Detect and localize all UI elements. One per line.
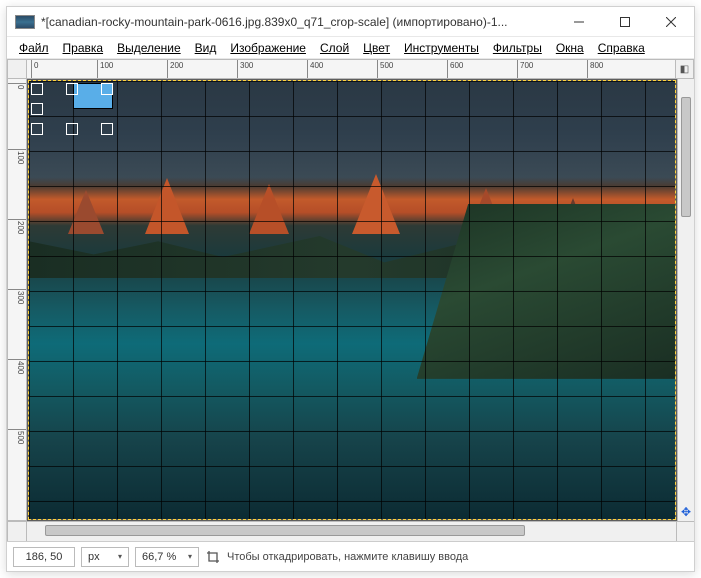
ruler-tick: 400 — [307, 60, 323, 78]
quickmask-toggle[interactable]: ◧ — [676, 59, 694, 79]
crop-handle[interactable] — [31, 123, 43, 135]
vertical-scrollbar[interactable]: ✥ — [677, 79, 694, 521]
ruler-tick: 100 — [8, 149, 26, 164]
maximize-button[interactable] — [602, 7, 648, 37]
menu-help[interactable]: Справка — [592, 39, 651, 57]
canvas-row: 0 100 200 300 400 500 — [7, 79, 694, 521]
scrollbar-thumb[interactable] — [45, 525, 525, 536]
ruler-tick: 200 — [167, 60, 183, 78]
chevron-down-icon: ▾ — [188, 552, 192, 561]
hscroll-row — [7, 521, 694, 541]
app-icon — [15, 15, 35, 29]
menu-view[interactable]: Вид — [189, 39, 223, 57]
ruler-horizontal[interactable]: 0 100 200 300 400 500 600 700 800 — [27, 59, 676, 79]
status-hint: Чтобы откадрировать, нажмите клавишу вво… — [227, 551, 688, 563]
ruler-tick: 100 — [97, 60, 113, 78]
ruler-tick: 200 — [8, 219, 26, 234]
ruler-vertical[interactable]: 0 100 200 300 400 500 — [7, 79, 27, 521]
ruler-tick: 800 — [587, 60, 603, 78]
quickmask-button[interactable] — [7, 522, 27, 542]
ruler-tick: 500 — [377, 60, 393, 78]
menu-tools[interactable]: Инструменты — [398, 39, 485, 57]
statusbar: 186, 50 px ▾ 66,7 % ▾ Чтобы откадрироват… — [7, 541, 694, 571]
unit-selector[interactable]: px ▾ — [81, 547, 129, 567]
titlebar[interactable]: *[canadian-rocky-mountain-park-0616.jpg.… — [7, 7, 694, 37]
scrollbar-thumb[interactable] — [681, 97, 691, 217]
ruler-tick: 0 — [31, 60, 38, 78]
scroll-corner — [677, 522, 694, 541]
menu-layer[interactable]: Слой — [314, 39, 355, 57]
unit-label: px — [88, 551, 100, 563]
window-title: *[canadian-rocky-mountain-park-0616.jpg.… — [41, 15, 556, 29]
close-button[interactable] — [648, 7, 694, 37]
window-controls — [556, 7, 694, 37]
canvas-image[interactable] — [29, 81, 675, 519]
menu-select[interactable]: Выделение — [111, 39, 187, 57]
menu-windows[interactable]: Окна — [550, 39, 590, 57]
minimize-button[interactable] — [556, 7, 602, 37]
ruler-row: 0 100 200 300 400 500 600 700 800 ◧ — [7, 59, 694, 79]
ruler-origin[interactable] — [7, 59, 27, 79]
menu-filters[interactable]: Фильтры — [487, 39, 548, 57]
ruler-tick: 0 — [8, 83, 26, 89]
grid-overlay — [29, 81, 675, 519]
crop-handle[interactable] — [66, 123, 78, 135]
navigate-icon[interactable]: ✥ — [678, 503, 694, 521]
menu-edit[interactable]: Правка — [57, 39, 110, 57]
canvas-viewport[interactable] — [27, 79, 677, 521]
horizontal-scrollbar[interactable] — [27, 522, 677, 541]
menu-file[interactable]: Файл — [13, 39, 55, 57]
ruler-tick: 300 — [237, 60, 253, 78]
crop-handle[interactable] — [101, 123, 113, 135]
zoom-value: 66,7 % — [142, 551, 176, 563]
ruler-tick: 700 — [517, 60, 533, 78]
crop-handle[interactable] — [31, 83, 43, 95]
crop-tool-icon — [205, 549, 221, 565]
app-window: *[canadian-rocky-mountain-park-0616.jpg.… — [6, 6, 695, 572]
crop-handle[interactable] — [101, 83, 113, 95]
crop-handle[interactable] — [31, 103, 43, 115]
menu-image[interactable]: Изображение — [224, 39, 312, 57]
menubar: Файл Правка Выделение Вид Изображение Сл… — [7, 37, 694, 59]
zoom-selector[interactable]: 66,7 % ▾ — [135, 547, 199, 567]
crop-handle[interactable] — [66, 83, 78, 95]
ruler-tick: 400 — [8, 359, 26, 374]
chevron-down-icon: ▾ — [118, 552, 122, 561]
ruler-tick: 600 — [447, 60, 463, 78]
crop-selection[interactable] — [31, 83, 113, 135]
ruler-tick: 500 — [8, 429, 26, 444]
pointer-coordinates: 186, 50 — [13, 547, 75, 567]
menu-color[interactable]: Цвет — [357, 39, 396, 57]
ruler-tick: 300 — [8, 289, 26, 304]
